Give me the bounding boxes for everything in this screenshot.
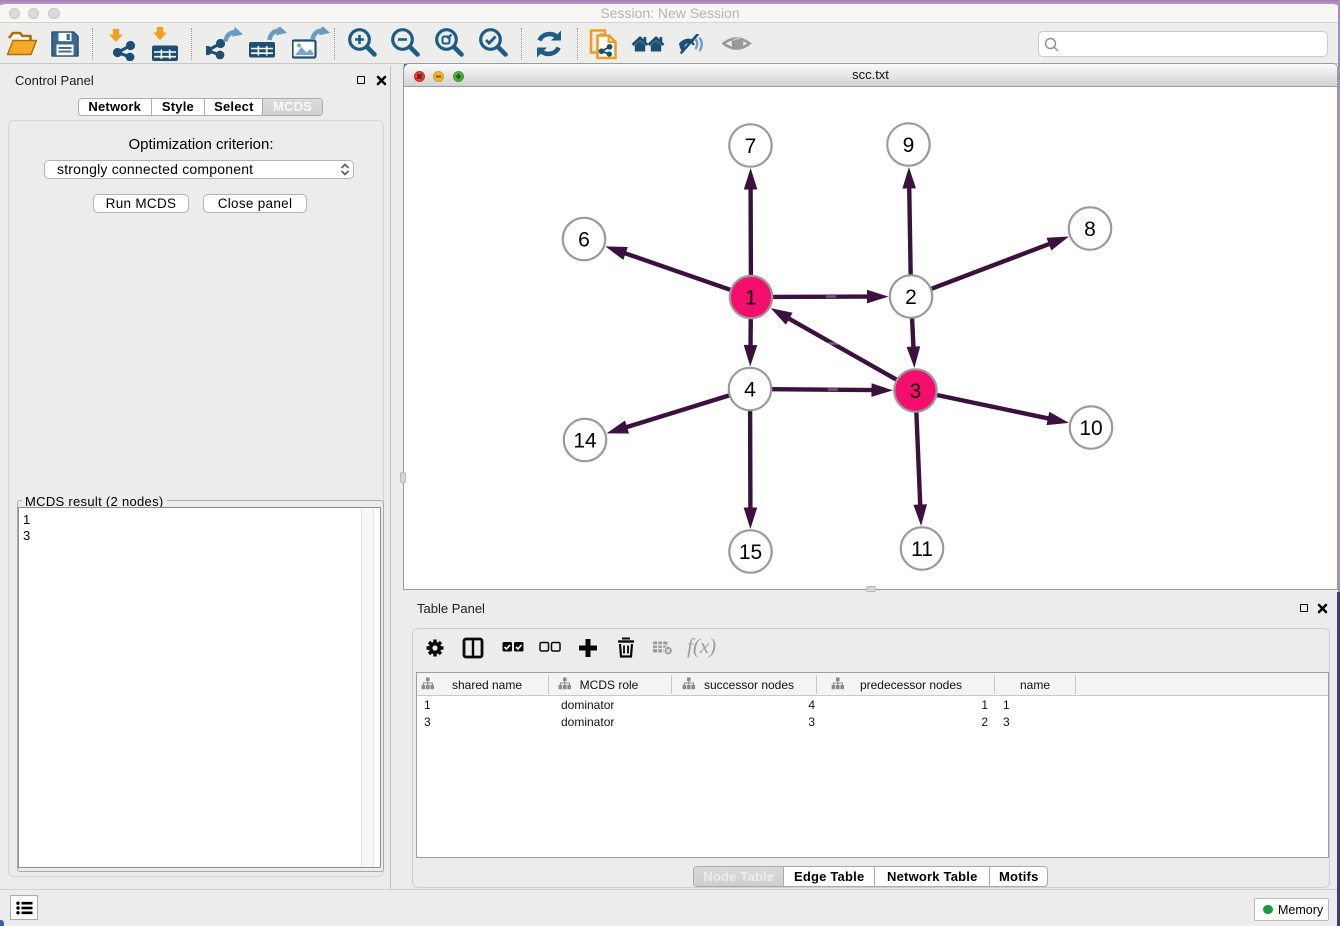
svg-text:2: 2 (905, 286, 917, 309)
svg-text:4: 4 (744, 379, 756, 402)
svg-text:9: 9 (903, 134, 915, 157)
svg-text:1: 1 (745, 287, 757, 310)
svg-text:11: 11 (911, 538, 933, 561)
svg-text:3: 3 (910, 380, 922, 403)
svg-text:10: 10 (1079, 417, 1102, 440)
svg-text:14: 14 (573, 430, 597, 453)
svg-text:8: 8 (1084, 218, 1096, 241)
svg-text:7: 7 (745, 135, 757, 158)
svg-text:6: 6 (578, 229, 590, 252)
svg-text:15: 15 (739, 541, 762, 564)
